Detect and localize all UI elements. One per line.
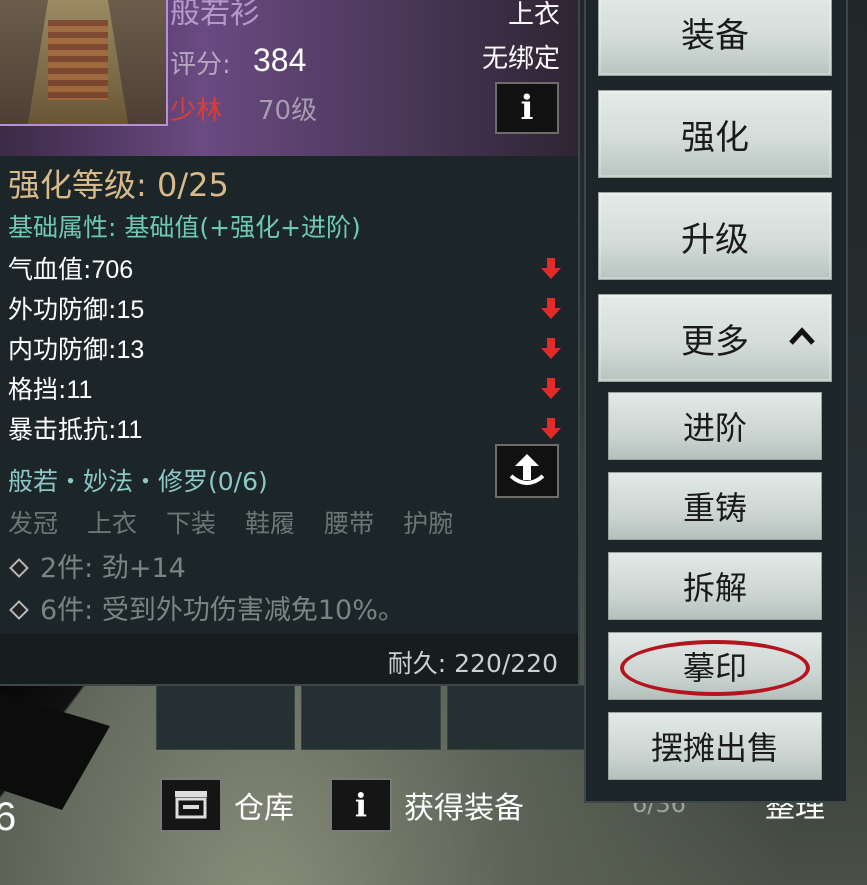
- warehouse-glyph: [175, 791, 207, 819]
- upgrade-button[interactable]: 升级: [598, 192, 832, 280]
- set-part: 鞋履: [245, 509, 296, 538]
- score-value: 384: [253, 42, 307, 78]
- set-part: 腰带: [324, 509, 375, 538]
- stall-sell-button[interactable]: 摆摊出售: [608, 712, 822, 780]
- set-part: 下装: [166, 509, 217, 538]
- set-bonus: 2件: 劲+14: [8, 546, 186, 585]
- warehouse-label: 仓库: [234, 791, 294, 826]
- set-bonus: 6件: 受到外功伤害减免10%。: [8, 588, 405, 627]
- obtain-equipment-button[interactable]: i 获得装备: [330, 778, 524, 832]
- inventory-slot: [301, 685, 441, 750]
- warehouse-icon: [160, 778, 222, 832]
- set-part: 发冠: [8, 509, 59, 538]
- advance-menu-button[interactable]: 进阶: [608, 392, 822, 460]
- chevron-up-icon: [789, 327, 815, 345]
- set-parts-list: 发冠 上衣 下装 鞋履 腰带 护腕: [8, 504, 453, 540]
- imprint-button[interactable]: 摹印: [608, 632, 822, 700]
- score-label: 评分:: [170, 50, 231, 80]
- attribute-label: 暴击抵抗:: [8, 415, 117, 444]
- set-bonus-text: 6件: 受到外功伤害减免10%。: [40, 595, 405, 626]
- attribute-value: 11: [66, 376, 93, 404]
- attribute-value: 15: [116, 296, 145, 324]
- item-header: 般若衫 评分: 384 少林 70级 上衣 无绑定 i: [0, 0, 578, 156]
- attribute-value: 13: [116, 336, 145, 364]
- attribute-row: 内功防御:13: [8, 330, 563, 364]
- action-menu: 装备 强化 升级 更多 进阶 重铸 拆解 摹印 摆摊出售: [584, 0, 848, 803]
- set-part: 上衣: [87, 509, 138, 538]
- level-requirement: 70级: [258, 96, 318, 126]
- base-attribute-header: 基础属性: 基础值(+强化+进阶): [8, 213, 361, 242]
- inventory-grid-background: [150, 685, 592, 750]
- stat-down-arrow-icon: [541, 298, 561, 319]
- attribute-label: 气血值:: [8, 255, 92, 284]
- diamond-bullet-icon: [9, 557, 29, 578]
- attribute-label: 内功防御:: [8, 335, 117, 364]
- attribute-row: 格挡:11: [8, 370, 563, 404]
- dismantle-button[interactable]: 拆解: [608, 552, 822, 620]
- item-detail-panel: 般若衫 评分: 384 少林 70级 上衣 无绑定 i 强化等级: 0/25 基…: [0, 0, 580, 686]
- set-title: 般若・妙法・修罗(0/6): [8, 467, 268, 496]
- more-label: 更多: [681, 321, 749, 362]
- attribute-label: 格挡:: [8, 375, 67, 404]
- stat-down-arrow-icon: [541, 258, 561, 279]
- attribute-label: 外功防御:: [8, 295, 117, 324]
- warehouse-button[interactable]: 仓库: [160, 778, 294, 832]
- info-icon: i: [330, 778, 392, 832]
- advance-button[interactable]: [495, 444, 559, 498]
- bind-status: 无绑定: [481, 44, 560, 74]
- inventory-slot: [156, 685, 296, 750]
- item-portrait: [0, 0, 168, 126]
- stat-down-arrow-icon: [541, 418, 561, 439]
- attribute-row: 暴击抵抗:11: [8, 410, 563, 444]
- attribute-row: 外功防御:15: [8, 290, 563, 324]
- inventory-slot: [446, 685, 586, 750]
- slot-type: 上衣: [507, 0, 560, 30]
- diamond-bullet-icon: [9, 599, 29, 620]
- set-part: 护腕: [403, 509, 454, 538]
- item-name: 般若衫: [170, 0, 260, 31]
- robe-pattern: [48, 20, 108, 100]
- reforge-button[interactable]: 重铸: [608, 472, 822, 540]
- partial-count-digit: 6: [0, 795, 17, 839]
- durability: 耐久: 220/220: [387, 649, 558, 678]
- equip-button[interactable]: 装备: [598, 0, 832, 76]
- item-info-button[interactable]: i: [495, 82, 559, 134]
- attribute-value: 11: [116, 416, 143, 444]
- enhance-level: 强化等级: 0/25: [8, 166, 229, 204]
- stat-down-arrow-icon: [541, 378, 561, 399]
- set-bonus-text: 2件: 劲+14: [40, 553, 186, 584]
- enhance-button[interactable]: 强化: [598, 90, 832, 178]
- advance-arrow-icon: [509, 454, 545, 485]
- attribute-row: 气血值:706: [8, 250, 563, 284]
- stat-down-arrow-icon: [541, 338, 561, 359]
- sect-requirement: 少林: [170, 96, 223, 126]
- attribute-value: 706: [91, 256, 134, 284]
- more-button[interactable]: 更多: [598, 294, 832, 382]
- obtain-equipment-label: 获得装备: [404, 791, 524, 826]
